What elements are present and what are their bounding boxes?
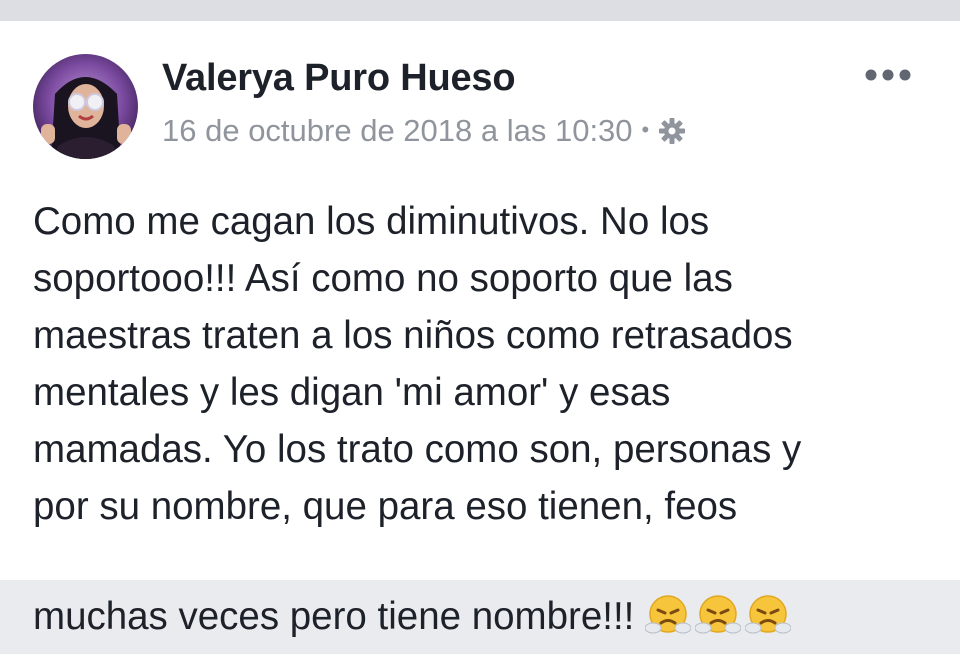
post-card: Valerya Puro Hueso 16 de octubre de 2018… [0,21,960,638]
meta-separator: • [641,117,650,142]
author-avatar[interactable] [33,54,138,159]
top-strip [0,0,960,21]
face-with-steam-from-nose-icon [694,535,742,634]
gear-icon[interactable] [657,116,687,146]
post-meta: 16 de octubre de 2018 a las 10:30 • [162,113,687,149]
more-horizontal-icon [865,69,911,81]
post-body: Como me cagan los diminutivos. No los so… [33,193,933,645]
more-options-button[interactable] [858,57,918,93]
post-timestamp[interactable]: 16 de octubre de 2018 a las 10:30 [162,113,633,149]
author-name[interactable]: Valerya Puro Hueso [162,57,516,100]
face-with-steam-from-nose-icon [644,535,692,634]
face-with-steam-from-nose-icon [744,535,792,634]
